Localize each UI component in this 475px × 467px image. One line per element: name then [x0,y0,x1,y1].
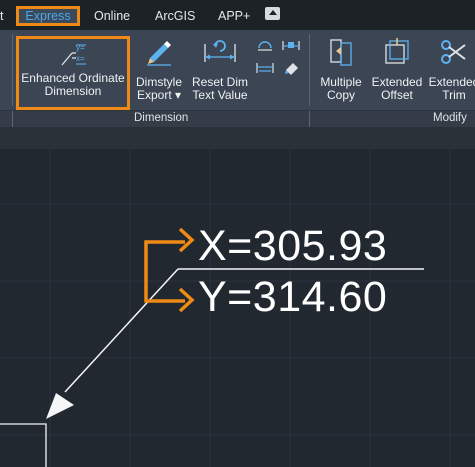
ribbon: y= x= Enhanced Ordinate Dimension Dimsty… [0,30,475,110]
extended-trim-button[interactable]: Extended Trim [426,34,475,106]
reset-dim-label-line2: Text Value [192,88,248,102]
panel-title-modify[interactable]: Modify [433,112,467,124]
tab-app-plus[interactable]: APP+ [218,6,250,26]
enhanced-ordinate-label-line2: Dimension [44,84,102,98]
dim-text-move-icon[interactable] [282,38,300,52]
dimstyle-export-button[interactable]: Dimstyle Export ▾ [133,34,185,106]
ordinate-dimension-icon: y= x= [61,43,86,66]
drawing-corner-line [0,423,47,467]
reset-dim-text-value-button[interactable]: Reset Dim Text Value [190,34,250,106]
extended-trim-label: Extended Trim [426,76,475,102]
tab-partial[interactable]: t [0,6,3,26]
panel-title-dimension[interactable]: Dimension [134,112,188,124]
extended-offset-label: Extended Offset [369,76,425,102]
panel-separator [309,111,310,127]
dimstyle-export-label: Dimstyle Export ▾ [133,76,185,102]
svg-text:y=: y= [76,43,85,52]
reset-dim-label: Reset Dim Text Value [190,76,250,102]
multiple-copy-icon [330,39,352,66]
svg-text:x=: x= [76,54,85,63]
extended-offset-label-line2: Offset [381,88,413,102]
ribbon-minimize-icon[interactable] [265,7,280,20]
multiple-copy-button[interactable]: Multiple Copy [313,34,369,106]
extended-offset-button[interactable]: Extended Offset [369,34,425,106]
tab-arcgis[interactable]: ArcGIS [155,6,195,26]
ordinate-x-text[interactable]: X=305.93 [198,225,387,268]
dim-arc-icon[interactable] [256,38,274,52]
ribbon-panel-title-bar: Dimension Modify [0,110,475,127]
tab-express[interactable]: Express [16,6,80,26]
multiple-copy-label-line2: Copy [326,88,355,102]
dim-erase-icon[interactable] [282,61,300,75]
ribbon-tab-bar: t Express Online ArcGIS APP+ [0,0,475,30]
dimstyle-export-label-line2: Export ▾ [136,88,182,102]
panel-separator [309,34,310,106]
pencil-export-icon [147,41,171,66]
dim-align-icon[interactable] [256,61,274,75]
highlight-bracket [144,227,195,313]
drawing-canvas[interactable]: X=305.93 Y=314.60 [0,149,475,467]
panel-separator [12,111,13,127]
ribbon-bottom-strip [0,127,475,149]
scissors-trim-icon [441,40,466,64]
ordinate-y-text[interactable]: Y=314.60 [198,276,387,319]
dimension-leader-line [64,268,179,393]
enhanced-ordinate-label: Enhanced Ordinate Dimension [19,72,127,98]
extended-offset-icon [385,38,409,64]
enhanced-ordinate-dimension-button[interactable]: y= x= Enhanced Ordinate Dimension [16,36,130,110]
tab-online[interactable]: Online [94,6,130,26]
panel-separator [12,34,13,106]
extended-trim-label-line2: Trim [442,88,466,102]
reset-dimension-icon [204,40,236,62]
multiple-copy-label: Multiple Copy [313,76,369,102]
